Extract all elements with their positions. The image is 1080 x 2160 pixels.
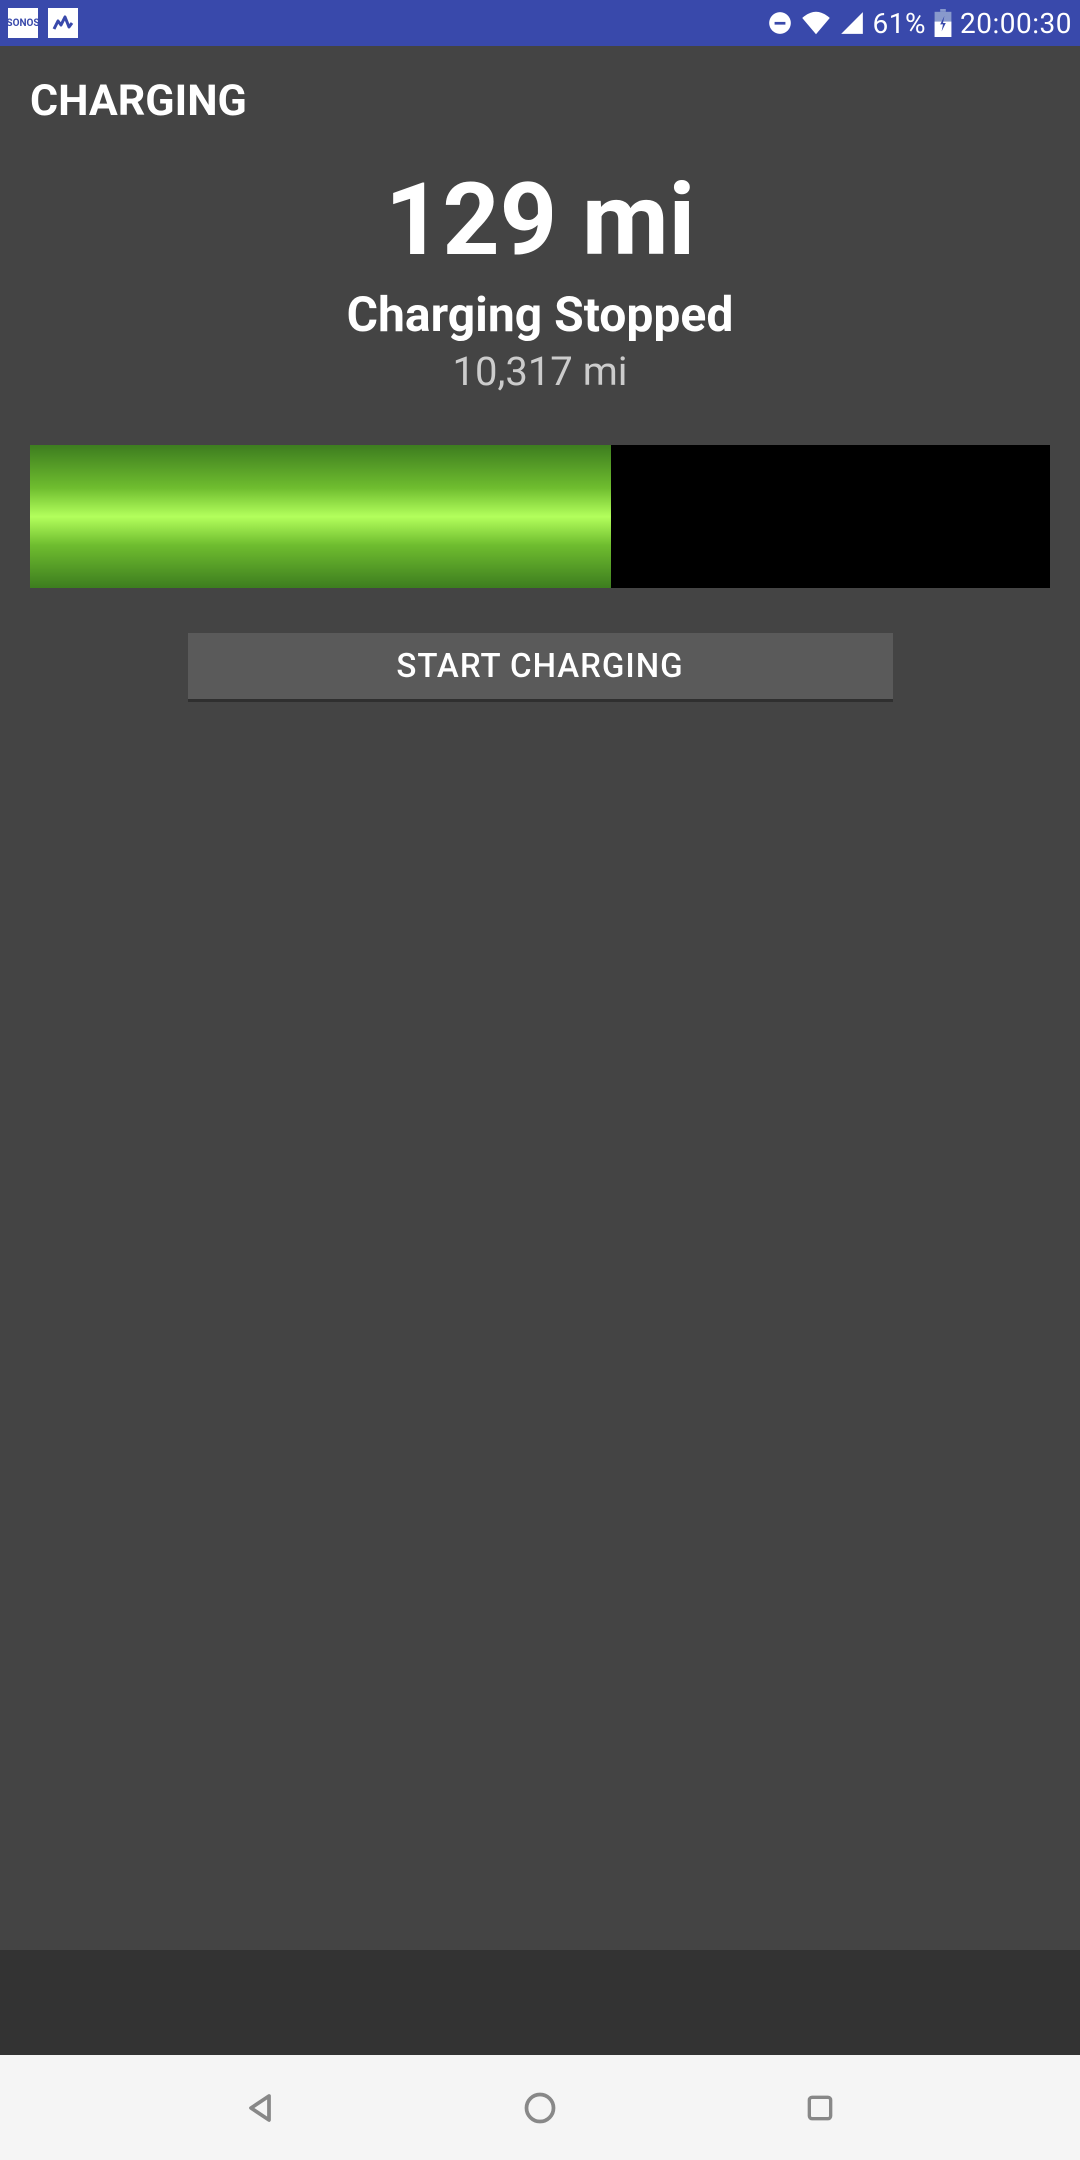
home-circle-icon: [522, 2090, 558, 2126]
range-display: 129 mi Charging Stopped 10,317 mi: [30, 166, 1050, 395]
status-bar-right: 61% 20:00:30: [767, 7, 1072, 40]
status-bar: SONOS 61% 20:00:30: [0, 0, 1080, 46]
status-bar-left: SONOS: [8, 8, 78, 38]
chart-app-icon: [48, 8, 78, 38]
clock-text: 20:00:30: [960, 7, 1072, 40]
bottom-bar-spacer: [0, 1950, 1080, 2055]
dnd-icon: [767, 10, 793, 36]
wifi-icon: [801, 8, 831, 38]
recents-square-icon: [804, 2092, 836, 2124]
recents-button[interactable]: [795, 2083, 845, 2133]
page-title: CHARGING: [30, 76, 1050, 126]
range-value: 129 mi: [30, 166, 1050, 276]
back-triangle-icon: [242, 2090, 278, 2126]
cell-signal-icon: [839, 10, 865, 36]
home-button[interactable]: [515, 2083, 565, 2133]
navigation-bar: [0, 2055, 1080, 2160]
back-button[interactable]: [235, 2083, 285, 2133]
sonos-app-icon: SONOS: [8, 8, 38, 38]
charging-status-text: Charging Stopped: [30, 286, 1050, 343]
battery-fill: [30, 445, 611, 588]
odometer-text: 10,317 mi: [30, 348, 1050, 395]
battery-level-bar: [30, 445, 1050, 588]
start-charging-button[interactable]: START CHARGING: [188, 633, 893, 699]
main-content: CHARGING 129 mi Charging Stopped 10,317 …: [0, 46, 1080, 729]
battery-charging-icon: [934, 9, 952, 37]
battery-percent-text: 61%: [873, 7, 926, 40]
